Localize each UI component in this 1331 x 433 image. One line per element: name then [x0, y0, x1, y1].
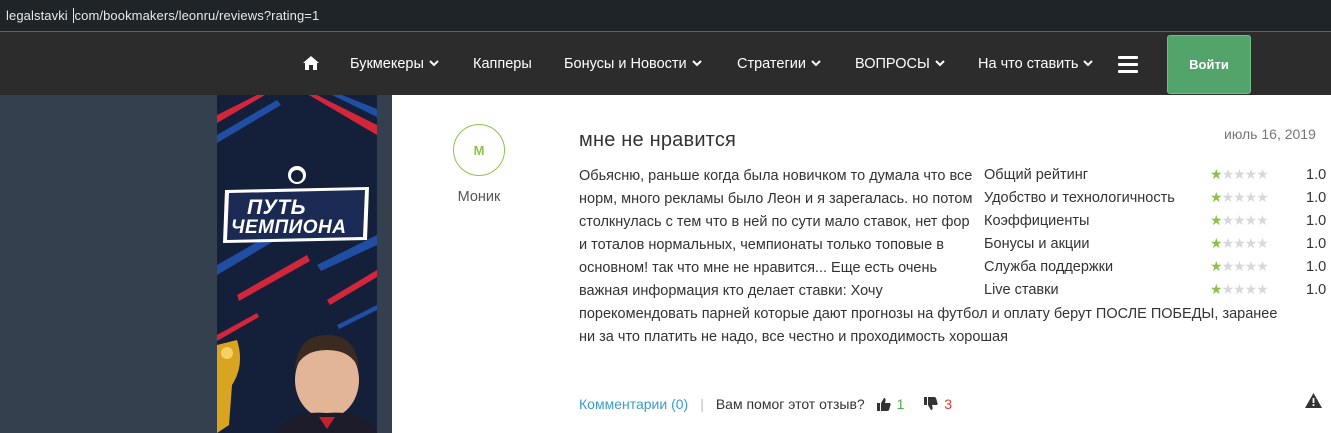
rating-label: Коэффициенты	[984, 213, 1090, 229]
nav-label: На что ставить	[978, 56, 1079, 72]
helpful-question: Вам помог этот отзыв?	[715, 396, 865, 412]
rating-row-live: Live ставки ★★★★★ 1.0	[984, 279, 1329, 302]
chevron-down-icon	[811, 60, 821, 67]
rating-row-odds: Коэффициенты ★★★★★ 1.0	[984, 210, 1329, 233]
promo-banner[interactable]: ПУТЬ ЧЕМПИОНА	[217, 95, 377, 433]
dislikes-count: 3	[944, 396, 953, 412]
star-rating: ★★★★★	[1210, 166, 1269, 182]
hamburger-icon[interactable]	[1118, 56, 1138, 73]
star-rating: ★★★★★	[1210, 281, 1269, 297]
thumbs-down-icon[interactable]	[924, 397, 938, 411]
nav-item-tipsters[interactable]: Капперы	[473, 56, 532, 72]
rating-label: Служба поддержки	[984, 259, 1114, 275]
nav-label: Букмекеры	[350, 56, 424, 72]
star-rating: ★★★★★	[1210, 235, 1269, 251]
report-warning-icon[interactable]	[1305, 393, 1322, 408]
rating-label: Удобство и технологичность	[984, 190, 1175, 206]
star-rating: ★★★★★	[1210, 258, 1269, 274]
nav-label: Капперы	[473, 56, 532, 72]
address-bar[interactable]: legalstavki com/bookmakers/leonru/review…	[0, 0, 1331, 32]
star-rating: ★★★★★	[1210, 189, 1269, 205]
main-navbar: Букмекеры Капперы Бонусы и Новости Страт…	[0, 32, 1331, 95]
rating-label: Бонусы и акции	[984, 236, 1090, 252]
login-button[interactable]: Войти	[1167, 35, 1251, 94]
ratings-list: Общий рейтинг ★★★★★ 1.0 Удобство и техно…	[984, 164, 1329, 302]
rating-label: Общий рейтинг	[984, 167, 1089, 183]
rating-value: 1.0	[1306, 190, 1327, 206]
rating-value: 1.0	[1306, 236, 1327, 252]
author-name: Моник	[457, 189, 501, 205]
rating-row-bonuses: Бонусы и акции ★★★★★ 1.0	[984, 233, 1329, 256]
review-footer: Комментарии (0) | Вам помог этот отзыв? 1 …	[579, 396, 952, 412]
chevron-down-icon	[691, 60, 702, 67]
nav-item-bookmakers[interactable]: Букмекеры	[350, 56, 439, 72]
nav-item-what-to-bet[interactable]: На что ставить	[978, 56, 1094, 72]
avatar: М	[453, 124, 505, 176]
chevron-down-icon	[429, 60, 439, 67]
rating-row-overall: Общий рейтинг ★★★★★ 1.0	[984, 164, 1329, 187]
rating-value: 1.0	[1306, 259, 1327, 275]
review-text-part1: Обьясню, раньше когда была новичком то д…	[579, 168, 973, 299]
url-host: legalstavki	[6, 8, 72, 23]
rating-label: Live ставки	[984, 282, 1059, 298]
rating-value: 1.0	[1306, 282, 1327, 298]
nav-label: Бонусы и Новости	[564, 56, 687, 72]
rating-value: 1.0	[1306, 213, 1327, 229]
comments-link[interactable]: Комментарии (0)	[579, 396, 688, 412]
nav-label: Стратегии	[737, 56, 806, 72]
banner-title-line2: ЧЕМПИОНА	[231, 217, 347, 238]
review-date: июль 16, 2019	[1224, 126, 1316, 142]
nav-label: ВОПРОСЫ	[855, 56, 930, 72]
text-caret	[72, 8, 74, 23]
rating-row-support: Служба поддержки ★★★★★ 1.0	[984, 256, 1329, 279]
url-path: com/bookmakers/leonru/reviews?rating=1	[74, 8, 320, 23]
thumbs-up-icon[interactable]	[876, 397, 891, 411]
chevron-down-icon	[1083, 60, 1094, 67]
nav-item-bonuses-news[interactable]: Бонусы и Новости	[564, 56, 702, 72]
review-card: М Моник мне не нравится июль 16, 2019 Об…	[392, 95, 1331, 433]
star-rating: ★★★★★	[1210, 212, 1269, 228]
banner-artwork	[217, 95, 377, 433]
rating-row-usability: Удобство и технологичность ★★★★★ 1.0	[984, 187, 1329, 210]
review-text-part2: порекомендовать парней которые дают прог…	[579, 306, 1278, 345]
likes-count: 1	[896, 396, 905, 412]
home-icon[interactable]	[302, 55, 320, 71]
divider: |	[700, 396, 704, 412]
nav-item-questions[interactable]: ВОПРОСЫ	[855, 56, 945, 72]
nav-item-strategies[interactable]: Стратегии	[737, 56, 821, 72]
review-title: мне не нравится	[579, 129, 737, 151]
chevron-down-icon	[935, 60, 945, 67]
url-text[interactable]: legalstavki com/bookmakers/leonru/review…	[6, 8, 319, 23]
rating-value: 1.0	[1306, 167, 1327, 183]
